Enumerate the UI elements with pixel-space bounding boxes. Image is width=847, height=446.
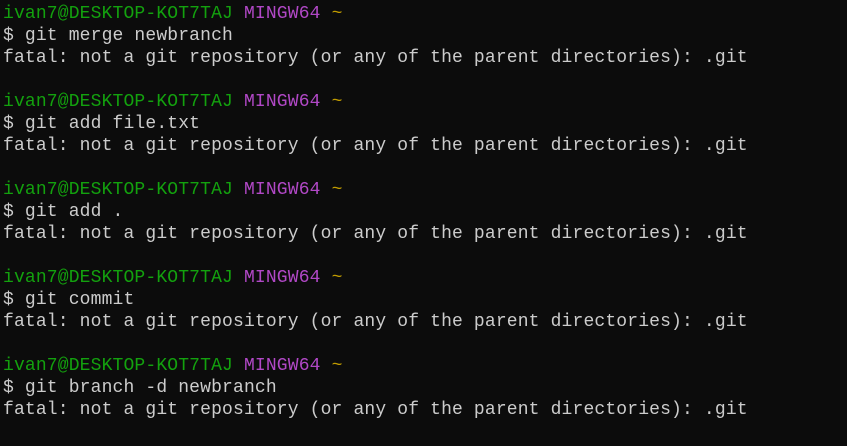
command-text: git branch -d newbranch [24,378,277,398]
prompt-path: ~ [331,268,343,288]
prompt-line: ivan7@DESKTOP-KOT7TAJ MINGW64 ~ [3,267,748,289]
command-text: git add file.txt [24,114,201,134]
command-line: $ git add file.txt [3,113,748,135]
prompt-user-host: ivan7@DESKTOP-KOT7TAJ [3,92,233,112]
command-entry: ivan7@DESKTOP-KOT7TAJ MINGW64 ~ $ git bra… [3,355,748,443]
command-entry: ivan7@DESKTOP-KOT7TAJ MINGW64 ~ $ git com… [3,267,748,355]
prompt-symbol: $ [3,290,14,310]
prompt-symbol: $ [3,26,14,46]
command-text: git merge newbranch [24,26,233,46]
error-output: fatal: not a git repository (or any of t… [3,312,748,332]
prompt-symbol: $ [3,202,14,222]
prompt-line: ivan7@DESKTOP-KOT7TAJ MINGW64 ~ [3,3,748,25]
command-text: git commit [24,290,135,310]
prompt-symbol: $ [3,114,14,134]
error-output: fatal: not a git repository (or any of t… [3,224,748,244]
command-line: $ git commit [3,289,748,311]
error-output: fatal: not a git repository (or any of t… [3,136,748,156]
command-line: $ git branch -d newbranch [3,377,748,399]
prompt-line: ivan7@DESKTOP-KOT7TAJ MINGW64 ~ [3,179,748,201]
prompt-line: ivan7@DESKTOP-KOT7TAJ MINGW64 ~ [3,91,748,113]
command-text: git add . [24,202,124,222]
prompt-symbol: $ [3,378,14,398]
prompt-system: MINGW64 [243,356,321,376]
prompt-user-host: ivan7@DESKTOP-KOT7TAJ [3,268,233,288]
command-line: $ git add . [3,201,748,223]
command-line: $ git merge newbranch [3,25,748,47]
prompt-user-host: ivan7@DESKTOP-KOT7TAJ [3,4,233,24]
prompt-system: MINGW64 [243,4,321,24]
error-output: fatal: not a git repository (or any of t… [3,400,748,420]
prompt-user-host: ivan7@DESKTOP-KOT7TAJ [3,356,233,376]
prompt-user-host: ivan7@DESKTOP-KOT7TAJ [3,180,233,200]
prompt-system: MINGW64 [243,180,321,200]
command-entry: ivan7@DESKTOP-KOT7TAJ MINGW64 ~ $ git add… [3,91,748,179]
command-entry: ivan7@DESKTOP-KOT7TAJ MINGW64 ~ $ git mer… [3,3,748,91]
prompt-line: ivan7@DESKTOP-KOT7TAJ MINGW64 ~ [3,355,748,377]
prompt-system: MINGW64 [243,92,321,112]
prompt-path: ~ [331,4,343,24]
error-output: fatal: not a git repository (or any of t… [3,48,748,68]
command-entry: ivan7@DESKTOP-KOT7TAJ MINGW64 ~ $ git add… [3,179,748,267]
prompt-path: ~ [331,92,343,112]
prompt-system: MINGW64 [243,268,321,288]
terminal-output[interactable]: ivan7@DESKTOP-KOT7TAJ MINGW64 ~ $ git mer… [3,3,748,443]
prompt-path: ~ [331,180,343,200]
prompt-path: ~ [331,356,343,376]
